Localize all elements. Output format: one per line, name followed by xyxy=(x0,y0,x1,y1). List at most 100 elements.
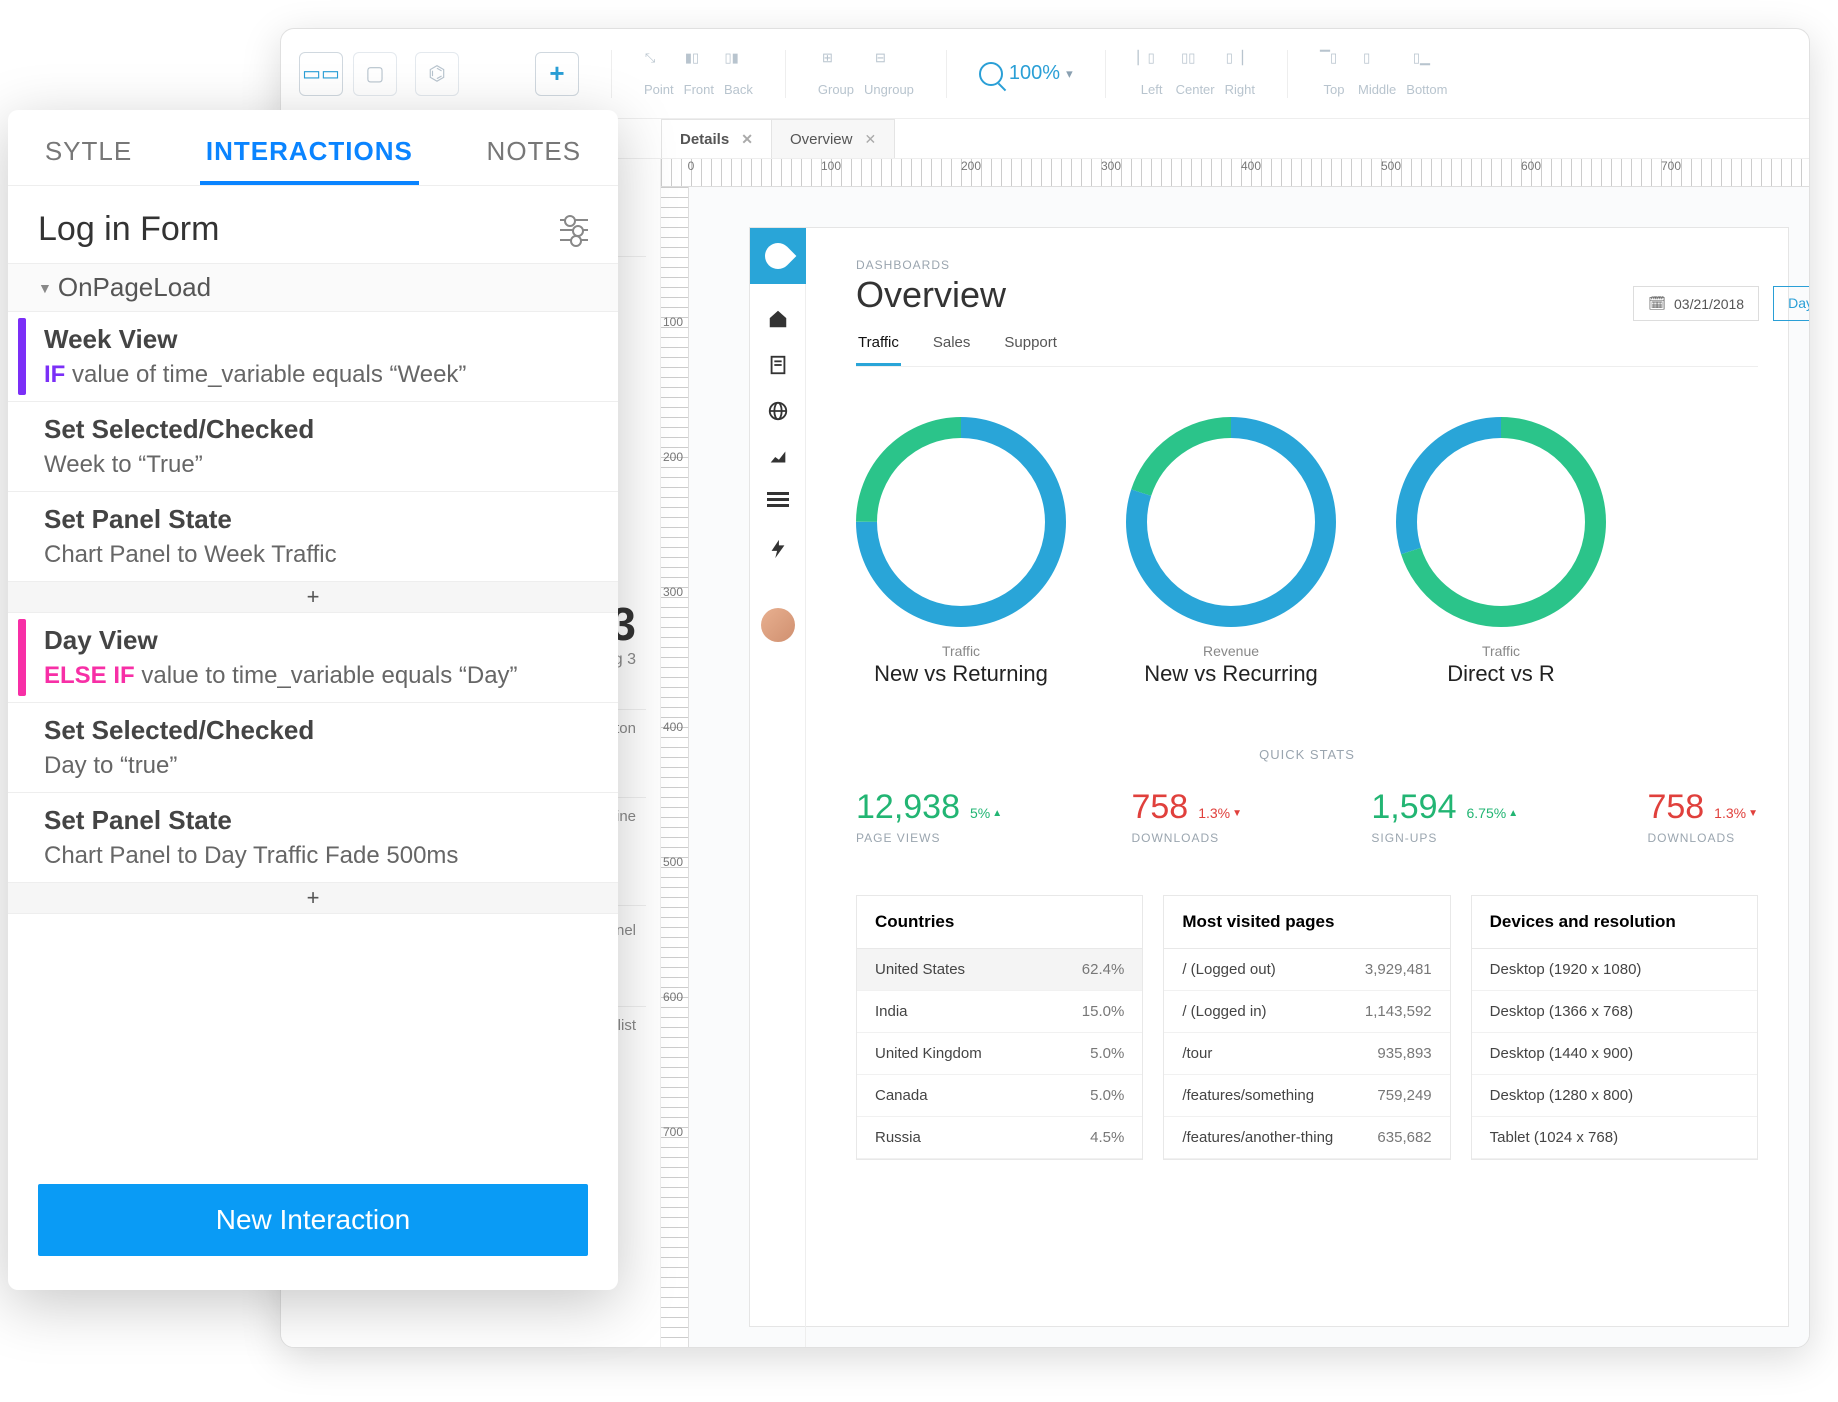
table-row[interactable]: Canada5.0% xyxy=(857,1075,1142,1117)
stat-block: 12,9385% PAGE VIEWS xyxy=(856,788,1002,845)
align-middle-button[interactable]: ▯Middle xyxy=(1358,50,1396,97)
action-title: Set Panel State xyxy=(44,504,594,535)
action-description: Chart Panel to Day Traffic Fade 500ms xyxy=(44,842,594,870)
back-button[interactable]: ▯▮Back xyxy=(724,50,753,97)
avatar[interactable] xyxy=(761,608,795,642)
table-row[interactable]: Russia4.5% xyxy=(857,1117,1142,1159)
select-connected-button[interactable]: ▭▭ xyxy=(299,52,343,96)
leaf-icon xyxy=(759,238,796,275)
design-canvas[interactable]: DASHBOARDS Overview 🗓03/21/2018 Day Traf… xyxy=(689,187,1809,1347)
table-header: Devices and resolution xyxy=(1472,896,1757,949)
table-row[interactable]: /features/something759,249 xyxy=(1164,1075,1449,1117)
table-row[interactable]: Desktop (1920 x 1080) xyxy=(1472,949,1757,991)
table-row[interactable]: Tablet (1024 x 768) xyxy=(1472,1117,1757,1159)
ungroup-button[interactable]: ⊟Ungroup xyxy=(864,50,914,97)
donut-title: New vs Returning xyxy=(874,661,1048,687)
table-row[interactable]: Desktop (1280 x 800) xyxy=(1472,1075,1757,1117)
align-right-button[interactable]: ▯▕Right xyxy=(1225,50,1255,97)
lightning-icon[interactable] xyxy=(767,538,789,560)
action-item[interactable]: Week View IF value of time_variable equa… xyxy=(8,312,618,402)
condition-stripe xyxy=(18,619,26,696)
group-button[interactable]: ⊞Group xyxy=(818,50,854,97)
chevron-down-icon: ▾ xyxy=(1066,66,1073,82)
table-row[interactable]: / (Logged out)3,929,481 xyxy=(1164,949,1449,991)
horizontal-ruler: 0100200300400500600700 xyxy=(661,159,1809,187)
stat-label: SIGN-UPS xyxy=(1371,831,1518,845)
table-row[interactable]: United States62.4% xyxy=(857,949,1142,991)
home-icon[interactable] xyxy=(767,308,789,330)
action-item[interactable]: Set Panel State Chart Panel to Day Traff… xyxy=(8,793,618,883)
action-description: Chart Panel to Week Traffic xyxy=(44,541,594,569)
panel-tab-notes[interactable]: NOTES xyxy=(481,126,588,185)
table-row[interactable]: /tour935,893 xyxy=(1164,1033,1449,1075)
action-description: Week to “True” xyxy=(44,451,594,479)
align-bottom-button[interactable]: ▯▁Bottom xyxy=(1406,50,1447,97)
vertical-ruler: 100200300400500600700 xyxy=(661,187,689,1347)
add-action-button[interactable]: + xyxy=(8,883,618,914)
stat-label: PAGE VIEWS xyxy=(856,831,1002,845)
event-row[interactable]: ▼ OnPageLoad xyxy=(8,263,618,312)
panel-tab-interactions[interactable]: INTERACTIONS xyxy=(200,126,419,185)
action-title: Set Panel State xyxy=(44,805,594,836)
action-item[interactable]: Set Selected/Checked Day to “true” xyxy=(8,703,618,793)
panel-tab-style[interactable]: SYTLE xyxy=(39,126,138,185)
point-button[interactable]: ⤡Point xyxy=(644,50,674,97)
stat-block: 7581.3% DOWNLOADS xyxy=(1647,788,1758,845)
triangle-down-icon: ▼ xyxy=(38,280,52,296)
table-row[interactable]: Desktop (1366 x 768) xyxy=(1472,991,1757,1033)
zoom-control[interactable]: 100% ▾ xyxy=(979,62,1073,86)
globe-icon[interactable] xyxy=(767,400,789,422)
front-button[interactable]: ▮▯Front xyxy=(684,50,714,97)
stat-delta: 6.75% xyxy=(1466,805,1518,821)
table-header: Most visited pages xyxy=(1164,896,1449,949)
list-icon[interactable] xyxy=(767,492,789,514)
align-center-button[interactable]: ▯▯Center xyxy=(1176,50,1215,97)
action-item[interactable]: Day View ELSE IF value to time_variable … xyxy=(8,613,618,703)
settings-sliders-icon[interactable] xyxy=(560,216,588,244)
dashboard-mockup: DASHBOARDS Overview 🗓03/21/2018 Day Traf… xyxy=(749,227,1789,1327)
main-toolbar: ▭▭ ▢ ⌬ + ⤡Point ▮▯Front ▯▮Back ⊞Group ⊟U… xyxy=(281,29,1809,119)
quick-stats-row: 12,9385% PAGE VIEWS 7581.3% DOWNLOADS 1,59… xyxy=(856,788,1758,845)
canvas-area: 100200300400500600700 xyxy=(661,187,1809,1347)
date-input[interactable]: 🗓03/21/2018 xyxy=(1633,286,1759,321)
table-row[interactable]: / (Logged in)1,143,592 xyxy=(1164,991,1449,1033)
table-row[interactable]: United Kingdom5.0% xyxy=(857,1033,1142,1075)
breadcrumb: DASHBOARDS xyxy=(856,258,1758,272)
stat-block: 1,5946.75% SIGN-UPS xyxy=(1371,788,1518,845)
align-left-button[interactable]: ▏▯Left xyxy=(1138,50,1166,97)
stat-label: DOWNLOADS xyxy=(1131,831,1242,845)
stat-label: DOWNLOADS xyxy=(1647,831,1758,845)
chart-icon[interactable] xyxy=(767,446,789,468)
action-item[interactable]: Set Selected/Checked Week to “True” xyxy=(8,402,618,492)
add-action-button[interactable]: + xyxy=(8,582,618,613)
dashboard-sidebar xyxy=(750,228,806,1347)
table-row[interactable]: Desktop (1440 x 900) xyxy=(1472,1033,1757,1075)
dashboard-logo[interactable] xyxy=(750,228,806,284)
select-single-button[interactable]: ▢ xyxy=(353,52,397,96)
action-description: ELSE IF value to time_variable equals “D… xyxy=(44,662,594,690)
table-row[interactable]: India15.0% xyxy=(857,991,1142,1033)
day-filter-button[interactable]: Day xyxy=(1773,286,1809,321)
page-title: Overview xyxy=(856,274,1758,316)
donut-title: New vs Recurring xyxy=(1144,661,1318,687)
calendar-icon: 🗓 xyxy=(1648,295,1666,312)
file-tab-details[interactable]: Details✕ xyxy=(661,119,772,158)
quick-stats-heading: QUICK STATS xyxy=(856,747,1758,762)
table-header: Countries xyxy=(857,896,1142,949)
align-top-button[interactable]: ▔▯Top xyxy=(1320,50,1348,97)
subtab-sales[interactable]: Sales xyxy=(931,334,973,366)
subtab-support[interactable]: Support xyxy=(1002,334,1059,366)
pages-table: Most visited pages / (Logged out)3,929,4… xyxy=(1163,895,1450,1160)
subtab-traffic[interactable]: Traffic xyxy=(856,334,901,366)
hierarchy-button[interactable]: ⌬ xyxy=(415,52,459,96)
close-icon[interactable]: ✕ xyxy=(864,131,876,148)
close-icon[interactable]: ✕ xyxy=(741,131,753,148)
action-item[interactable]: Set Panel State Chart Panel to Week Traf… xyxy=(8,492,618,582)
new-interaction-button[interactable]: New Interaction xyxy=(38,1184,588,1256)
devices-table: Devices and resolution Desktop (1920 x 1… xyxy=(1471,895,1758,1160)
widget-name: Log in Form xyxy=(38,210,219,249)
document-icon[interactable] xyxy=(767,354,789,376)
file-tab-overview[interactable]: Overview✕ xyxy=(771,119,895,158)
add-element-button[interactable]: + xyxy=(535,52,579,96)
table-row[interactable]: /features/another-thing635,682 xyxy=(1164,1117,1449,1159)
